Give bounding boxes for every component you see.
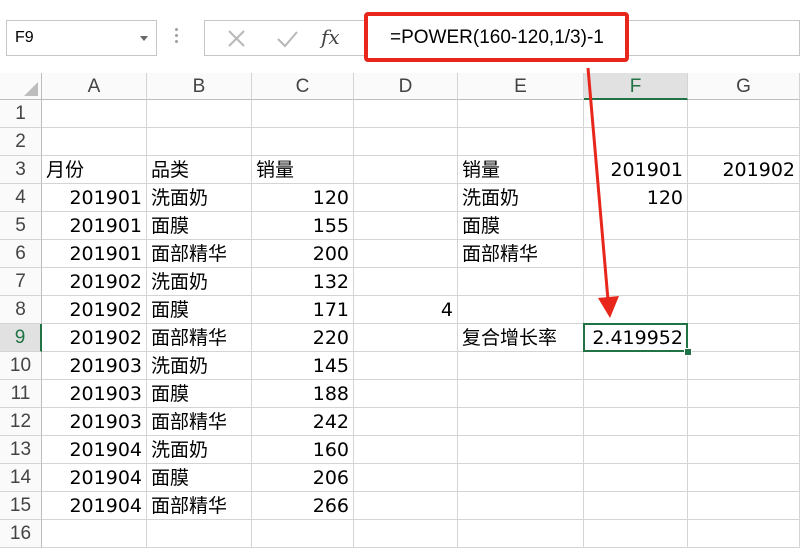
arrow-head-icon (598, 296, 619, 318)
arrow-shaft (586, 67, 610, 301)
annotation-arrow (586, 67, 619, 318)
